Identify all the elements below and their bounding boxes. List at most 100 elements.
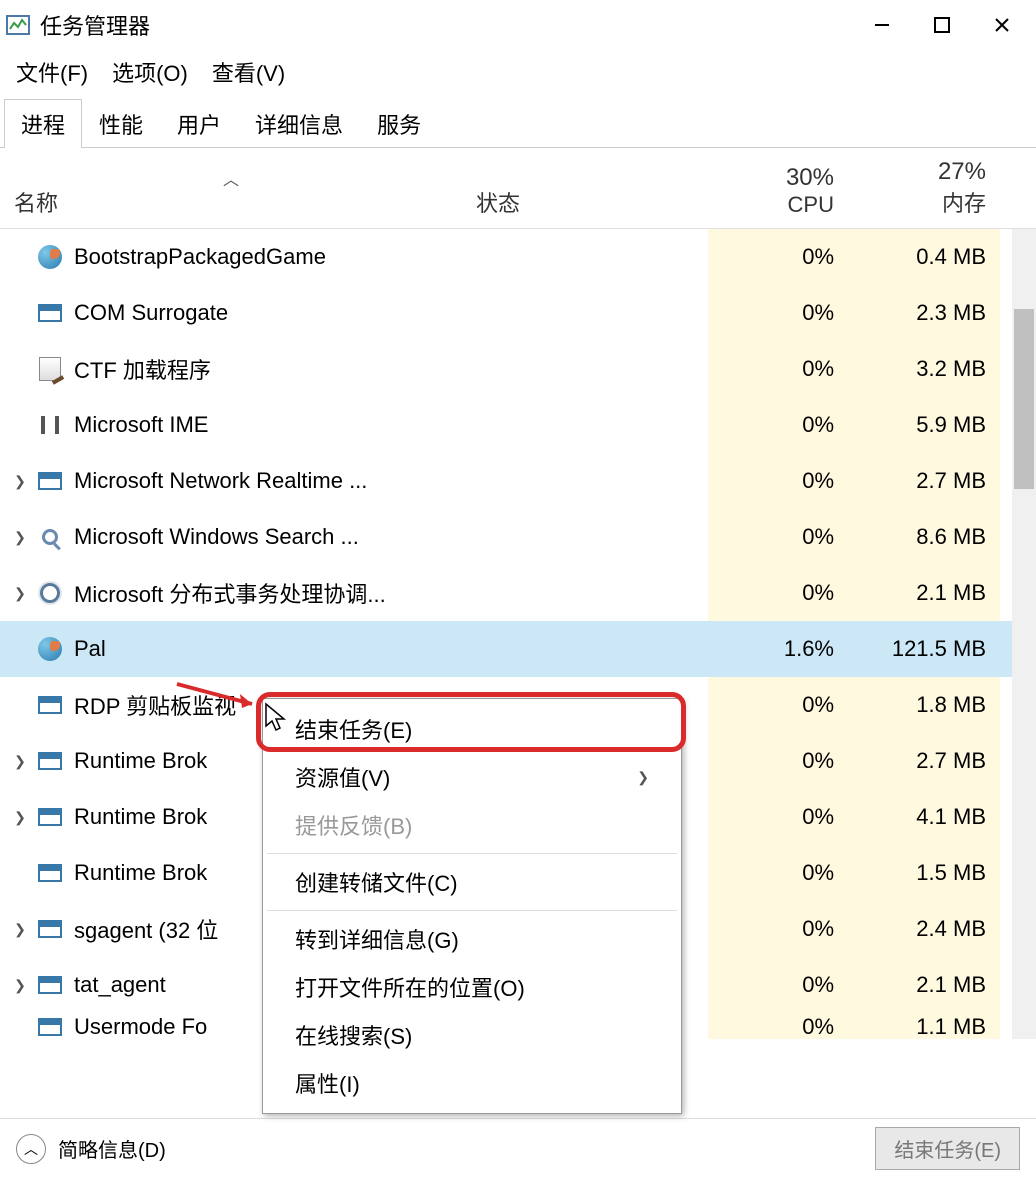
scrollbar-thumb[interactable]	[1014, 309, 1034, 489]
process-name: Microsoft Windows Search ...	[74, 524, 359, 550]
tab-0[interactable]: 进程	[4, 99, 82, 148]
context-item-7[interactable]: 打开文件所在的位置(O)	[263, 963, 681, 1011]
process-name-cell: ❯ Microsoft 分布式事务处理协调...	[0, 577, 462, 609]
process-name: Runtime Brok	[74, 804, 207, 830]
expand-icon[interactable]: ❯	[4, 977, 36, 994]
process-name: Runtime Brok	[74, 748, 207, 774]
process-cpu: 0%	[708, 901, 848, 957]
process-name: Microsoft Network Realtime ...	[74, 468, 367, 494]
process-name-cell: Microsoft IME	[0, 411, 462, 439]
process-memory: 2.1 MB	[848, 957, 1000, 1013]
process-name-cell: ❯ Microsoft Windows Search ...	[0, 523, 462, 551]
process-row[interactable]: ❯ Microsoft 分布式事务处理协调... 0%2.1 MB	[0, 565, 1036, 621]
tabs: 进程性能用户详细信息服务	[0, 98, 1036, 148]
process-icon	[36, 803, 64, 831]
menu-file[interactable]: 文件(F)	[16, 56, 88, 88]
process-icon	[36, 411, 64, 439]
expand-icon[interactable]: ❯	[4, 921, 36, 938]
process-name: BootstrapPackagedGame	[74, 244, 326, 270]
end-task-button[interactable]: 结束任务(E)	[875, 1127, 1020, 1170]
process-memory: 1.1 MB	[848, 1013, 1000, 1039]
context-item-0[interactable]: 结束任务(E)	[263, 705, 681, 753]
process-memory: 2.4 MB	[848, 901, 1000, 957]
tab-4[interactable]: 服务	[360, 99, 438, 148]
context-item-label: 结束任务(E)	[295, 713, 412, 745]
expand-icon[interactable]: ❯	[4, 585, 36, 602]
window-title: 任务管理器	[40, 9, 150, 41]
context-item-label: 资源值(V)	[295, 761, 390, 793]
maximize-button[interactable]	[912, 5, 972, 45]
submenu-arrow-icon: ❯	[637, 769, 649, 786]
process-icon	[36, 523, 64, 551]
process-name: Microsoft 分布式事务处理协调...	[74, 577, 386, 609]
process-memory: 4.1 MB	[848, 789, 1000, 845]
process-cpu: 0%	[708, 733, 848, 789]
process-row[interactable]: CTF 加载程序0%3.2 MB	[0, 341, 1036, 397]
process-name: sgagent (32 位	[74, 913, 218, 945]
process-row[interactable]: ❯Microsoft Network Realtime ...0%2.7 MB	[0, 453, 1036, 509]
process-name: Pal	[74, 636, 106, 662]
tab-3[interactable]: 详细信息	[238, 99, 360, 148]
process-name: COM Surrogate	[74, 300, 228, 326]
process-name: Usermode Fo	[74, 1014, 207, 1039]
minimize-button[interactable]	[852, 5, 912, 45]
process-row[interactable]: ❯Microsoft Windows Search ...0%8.6 MB	[0, 509, 1036, 565]
process-row[interactable]: BootstrapPackagedGame 0%0.4 MB	[0, 229, 1036, 285]
context-item-label: 属性(I)	[295, 1067, 360, 1099]
process-icon	[36, 1013, 64, 1039]
fewer-details-chevron-icon[interactable]: ︿	[16, 1134, 46, 1164]
context-item-8[interactable]: 在线搜索(S)	[263, 1011, 681, 1059]
close-button[interactable]	[972, 5, 1032, 45]
process-cpu: 0%	[708, 565, 848, 621]
context-separator	[267, 910, 677, 911]
process-name-cell: COM Surrogate	[0, 299, 462, 327]
process-cpu: 0%	[708, 285, 848, 341]
process-memory: 1.5 MB	[848, 845, 1000, 901]
process-name-cell: BootstrapPackagedGame	[0, 243, 462, 271]
process-row[interactable]: Microsoft IME0%5.9 MB	[0, 397, 1036, 453]
fewer-details-label[interactable]: 简略信息(D)	[58, 1134, 166, 1163]
column-cpu[interactable]: 30% CPU	[708, 154, 848, 228]
context-item-label: 创建转储文件(C)	[295, 866, 458, 898]
process-memory: 1.8 MB	[848, 677, 1000, 733]
process-icon	[36, 915, 64, 943]
process-icon	[36, 243, 64, 271]
tab-1[interactable]: 性能	[82, 99, 160, 148]
context-item-4[interactable]: 创建转储文件(C)	[263, 858, 681, 906]
context-item-6[interactable]: 转到详细信息(G)	[263, 915, 681, 963]
process-row[interactable]: Pal1.6%121.5 MB	[0, 621, 1036, 677]
menu-view[interactable]: 查看(V)	[212, 56, 285, 88]
process-memory: 2.7 MB	[848, 453, 1000, 509]
column-name[interactable]: ︿ 名称	[0, 156, 462, 228]
context-item-9[interactable]: 属性(I)	[263, 1059, 681, 1107]
column-memory[interactable]: 27% 内存	[848, 148, 1000, 228]
expand-icon[interactable]: ❯	[4, 753, 36, 770]
tab-2[interactable]: 用户	[160, 99, 238, 148]
process-cpu: 0%	[708, 229, 848, 285]
process-icon	[36, 691, 64, 719]
context-menu: 结束任务(E) 资源值(V) ❯ 提供反馈(B) 创建转储文件(C) 转到详细信息(G)打…	[262, 698, 682, 1114]
process-memory: 2.3 MB	[848, 285, 1000, 341]
expand-icon[interactable]: ❯	[4, 473, 36, 490]
context-item-1[interactable]: 资源值(V) ❯	[263, 753, 681, 801]
process-memory: 8.6 MB	[848, 509, 1000, 565]
process-memory: 3.2 MB	[848, 341, 1000, 397]
scrollbar[interactable]	[1012, 229, 1036, 1039]
expand-icon[interactable]: ❯	[4, 529, 36, 546]
menu-options[interactable]: 选项(O)	[112, 56, 188, 88]
titlebar: 任务管理器	[0, 0, 1036, 50]
context-separator	[267, 853, 677, 854]
process-memory: 0.4 MB	[848, 229, 1000, 285]
process-row[interactable]: COM Surrogate 0%2.3 MB	[0, 285, 1036, 341]
column-status[interactable]: 状态	[462, 176, 708, 228]
context-item-label: 提供反馈(B)	[295, 809, 412, 841]
process-memory: 2.1 MB	[848, 565, 1000, 621]
process-name: Runtime Brok	[74, 860, 207, 886]
expand-icon[interactable]: ❯	[4, 809, 36, 826]
menubar: 文件(F) 选项(O) 查看(V)	[0, 50, 1036, 98]
process-name: tat_agent	[74, 972, 166, 998]
process-cpu: 0%	[708, 1013, 848, 1039]
process-name-cell: CTF 加载程序	[0, 353, 462, 385]
process-name: CTF 加载程序	[74, 353, 211, 385]
process-memory: 2.7 MB	[848, 733, 1000, 789]
